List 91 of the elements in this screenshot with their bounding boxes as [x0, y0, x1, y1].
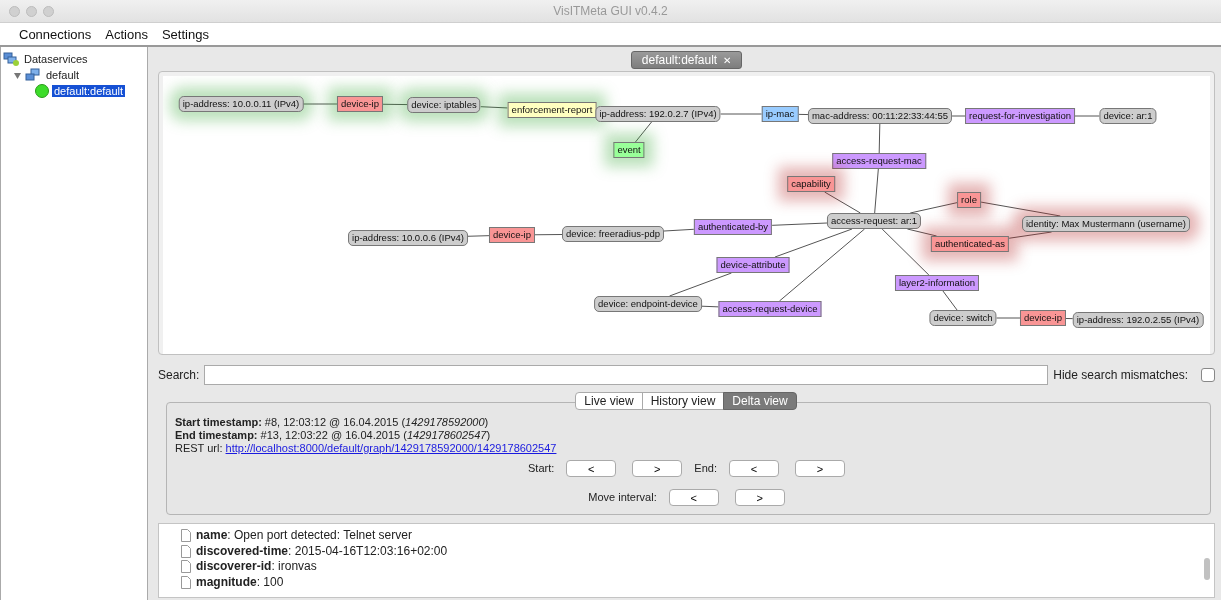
detail-entry: name: Open port detected: Telnet server	[196, 528, 412, 544]
edge-line	[1074, 115, 1100, 117]
rest-url-label: REST url:	[175, 442, 223, 454]
metadata-node[interactable]: device-ip	[1020, 310, 1066, 326]
identifier-node[interactable]: device: iptables	[407, 97, 481, 113]
metadata-node[interactable]: role	[957, 192, 981, 208]
previous-button[interactable]: <	[566, 460, 617, 477]
next-button[interactable]: >	[734, 489, 785, 506]
edge-line	[996, 317, 1021, 319]
search-label: Search:	[158, 368, 200, 382]
identifier-node[interactable]: access-request: ar:1	[826, 213, 922, 229]
minimize-light[interactable]	[26, 5, 37, 17]
edge-line	[1065, 318, 1074, 320]
identifier-node[interactable]: device: ar:1	[1099, 108, 1157, 124]
metadata-node[interactable]: ip-mac	[761, 106, 799, 122]
edge-line	[669, 272, 732, 297]
edge-line	[663, 228, 695, 232]
checkbox[interactable]	[1201, 368, 1215, 382]
metadata-node[interactable]: capability	[787, 176, 835, 192]
document-icon	[181, 529, 191, 543]
network-icon	[25, 68, 41, 82]
identifier-node[interactable]: device: switch	[929, 310, 997, 326]
metadata-node[interactable]: device-attribute	[716, 257, 790, 273]
view-tab[interactable]: Live view	[575, 392, 643, 410]
metadata-node[interactable]: request-for-investigation	[965, 108, 1075, 124]
end-timestamp: End timestamp: #13, 12:03:22 @ 16.04.2015 (1429178602547)	[175, 429, 492, 442]
edge-line	[720, 113, 763, 115]
edge-line	[951, 115, 966, 117]
edge-line	[771, 222, 828, 226]
edge-line	[878, 123, 881, 154]
identifier-node[interactable]: device: endpoint-device	[594, 296, 702, 312]
computers-icon	[3, 52, 19, 66]
identifier-node[interactable]: mac-address: 00:11:22:33:44:55	[807, 108, 953, 124]
metadata-node[interactable]: event	[613, 142, 645, 158]
search-field[interactable]	[204, 365, 1049, 385]
edge-line	[302, 103, 338, 105]
menu-item[interactable]: Settings	[154, 26, 216, 42]
metadata-node[interactable]: device-ip	[489, 227, 535, 243]
edge-line	[467, 235, 490, 237]
edge-line	[874, 168, 879, 214]
tree-item[interactable]: default	[44, 69, 82, 81]
previous-button[interactable]: <	[728, 460, 779, 477]
identifier-node[interactable]: ip-address: 192.0.2.7 (IPv4)	[595, 106, 721, 122]
edge-line	[1008, 231, 1053, 239]
metadata-node[interactable]: enforcement-report	[507, 102, 597, 118]
document-icon	[181, 544, 191, 558]
next-button[interactable]: >	[632, 460, 683, 477]
metadata-node[interactable]: access-request-mac	[832, 153, 926, 169]
detail-entry: discoverer-id: ironvas	[196, 559, 317, 575]
identifier-node[interactable]: identity: Max Mustermann (username)	[1022, 216, 1190, 232]
metadata-node[interactable]: layer2-information	[895, 275, 979, 291]
next-button[interactable]: >	[794, 460, 845, 477]
document-icon	[181, 560, 191, 574]
edge-line	[534, 234, 563, 236]
start-timestamp: Start timestamp: #8, 12:03:12 @ 16.04.2015 (1429178592000)	[175, 416, 490, 429]
edge-line	[797, 113, 809, 116]
edge-line	[824, 191, 861, 214]
status-dot-icon	[35, 84, 49, 98]
start-label: Start:	[528, 462, 555, 475]
identifier-node[interactable]: ip-address: 10.0.0.6 (IPv4)	[348, 230, 468, 246]
metadata-node[interactable]: authenticated-as	[930, 236, 1010, 252]
identifier-node[interactable]: device: freeradius-pdp	[562, 226, 664, 242]
zoom-light[interactable]	[43, 5, 54, 17]
move-interval-label: Move interval:	[588, 491, 657, 504]
document-icon	[181, 575, 191, 589]
identifier-node[interactable]: ip-address: 192.0.2.55 (IPv4)	[1072, 312, 1204, 328]
metadata-node[interactable]: authenticated-by	[693, 219, 773, 235]
window-title: VisITMeta GUI v0.4.2	[553, 4, 668, 18]
identifier-node[interactable]: ip-address: 10.0.0.11 (IPv4)	[178, 96, 304, 112]
metadata-node[interactable]: device-ip	[337, 96, 383, 112]
metadata-node[interactable]: access-request-device	[718, 301, 822, 317]
detail-entry: magnitude: 100	[196, 574, 284, 590]
previous-button[interactable]: <	[668, 489, 719, 506]
edge-line	[634, 121, 653, 143]
caret-icon[interactable]	[13, 70, 22, 80]
menu-item[interactable]: Connections	[12, 26, 99, 42]
close-light[interactable]	[9, 5, 20, 17]
menu-item[interactable]: Actions	[98, 26, 155, 42]
detail-entry: discovered-time: 2015-04-16T12:03:16+02:00	[196, 543, 448, 559]
edge-line	[480, 106, 509, 109]
rest-url-link[interactable]: http://localhost:8000/default/graph/1429178592000/1429178602547	[225, 442, 557, 454]
edge-line	[909, 202, 958, 214]
view-tab[interactable]: Delta view	[723, 392, 797, 410]
end-label: End:	[694, 462, 717, 475]
scrollbar-thumb[interactable]	[1204, 558, 1210, 580]
tree-item[interactable]: default:default	[52, 85, 126, 97]
view-tab[interactable]: History view	[641, 392, 725, 410]
edge-line	[382, 103, 408, 106]
hide-mismatches-label: Hide search mismatches:	[1053, 368, 1188, 382]
edge-line	[942, 290, 958, 311]
tree-item[interactable]: Dataservices	[22, 53, 90, 65]
